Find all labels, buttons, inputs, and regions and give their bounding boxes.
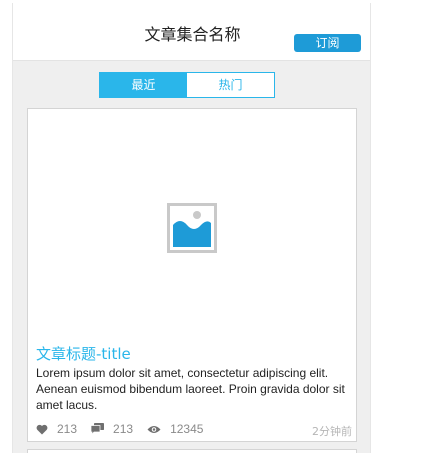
article-excerpt: Lorem ipsum dolor sit amet, consectetur … [36,366,345,412]
comment-count-value: 213 [113,422,134,436]
article-meta: 213 213 12345 [36,421,217,437]
heart-icon [36,424,48,434]
like-count-value: 213 [57,422,78,436]
tab-bar: 最近 热门 [99,72,275,98]
article-card[interactable]: 文章标题-title Lorem ipsum dolor sit amet, c… [27,108,357,442]
tab-popular[interactable]: 热门 [187,73,274,97]
app-screen: 文章集合名称 订阅 最近 热门 文章标题-title Lorem ipsum d… [12,3,371,453]
tab-recent[interactable]: 最近 [100,73,187,97]
comments-icon [91,423,105,435]
article-title[interactable]: 文章标题-title [36,343,131,364]
article-image[interactable] [28,109,356,341]
image-placeholder-icon [167,203,217,253]
publish-time: 2分钟前 [312,425,352,438]
comment-count[interactable]: 213 [91,422,133,436]
subscribe-button[interactable]: 订阅 [294,34,361,52]
view-count-value: 12345 [170,422,204,436]
like-count[interactable]: 213 [36,422,77,436]
next-article-card[interactable] [27,449,357,453]
header: 文章集合名称 订阅 [13,3,370,61]
view-count: 12345 [147,422,203,436]
eye-icon [147,425,161,433]
